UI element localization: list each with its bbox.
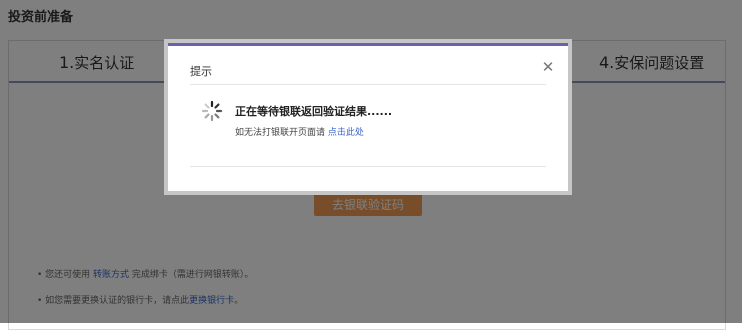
- modal-header-divider: [190, 84, 546, 85]
- modal-subtext-prefix: 如无法打银联开页面请: [235, 128, 328, 138]
- modal-title: 提示: [190, 65, 212, 78]
- modal-footer-divider: [190, 166, 546, 167]
- click-here-link[interactable]: 点击此处: [328, 128, 364, 138]
- close-icon[interactable]: ✕: [540, 59, 556, 75]
- modal-dialog: 提示 ✕ 正在等待银联返回验证结果...... 如无法打银联开页面请 点击此处: [168, 43, 568, 191]
- modal-subtext: 如无法打银联开页面请 点击此处: [235, 125, 364, 138]
- modal-message: 正在等待银联返回验证结果......: [235, 105, 393, 118]
- modal-frame: 提示 ✕ 正在等待银联返回验证结果...... 如无法打银联开页面请 点击此处: [164, 39, 572, 195]
- loading-spinner-icon: [201, 100, 223, 122]
